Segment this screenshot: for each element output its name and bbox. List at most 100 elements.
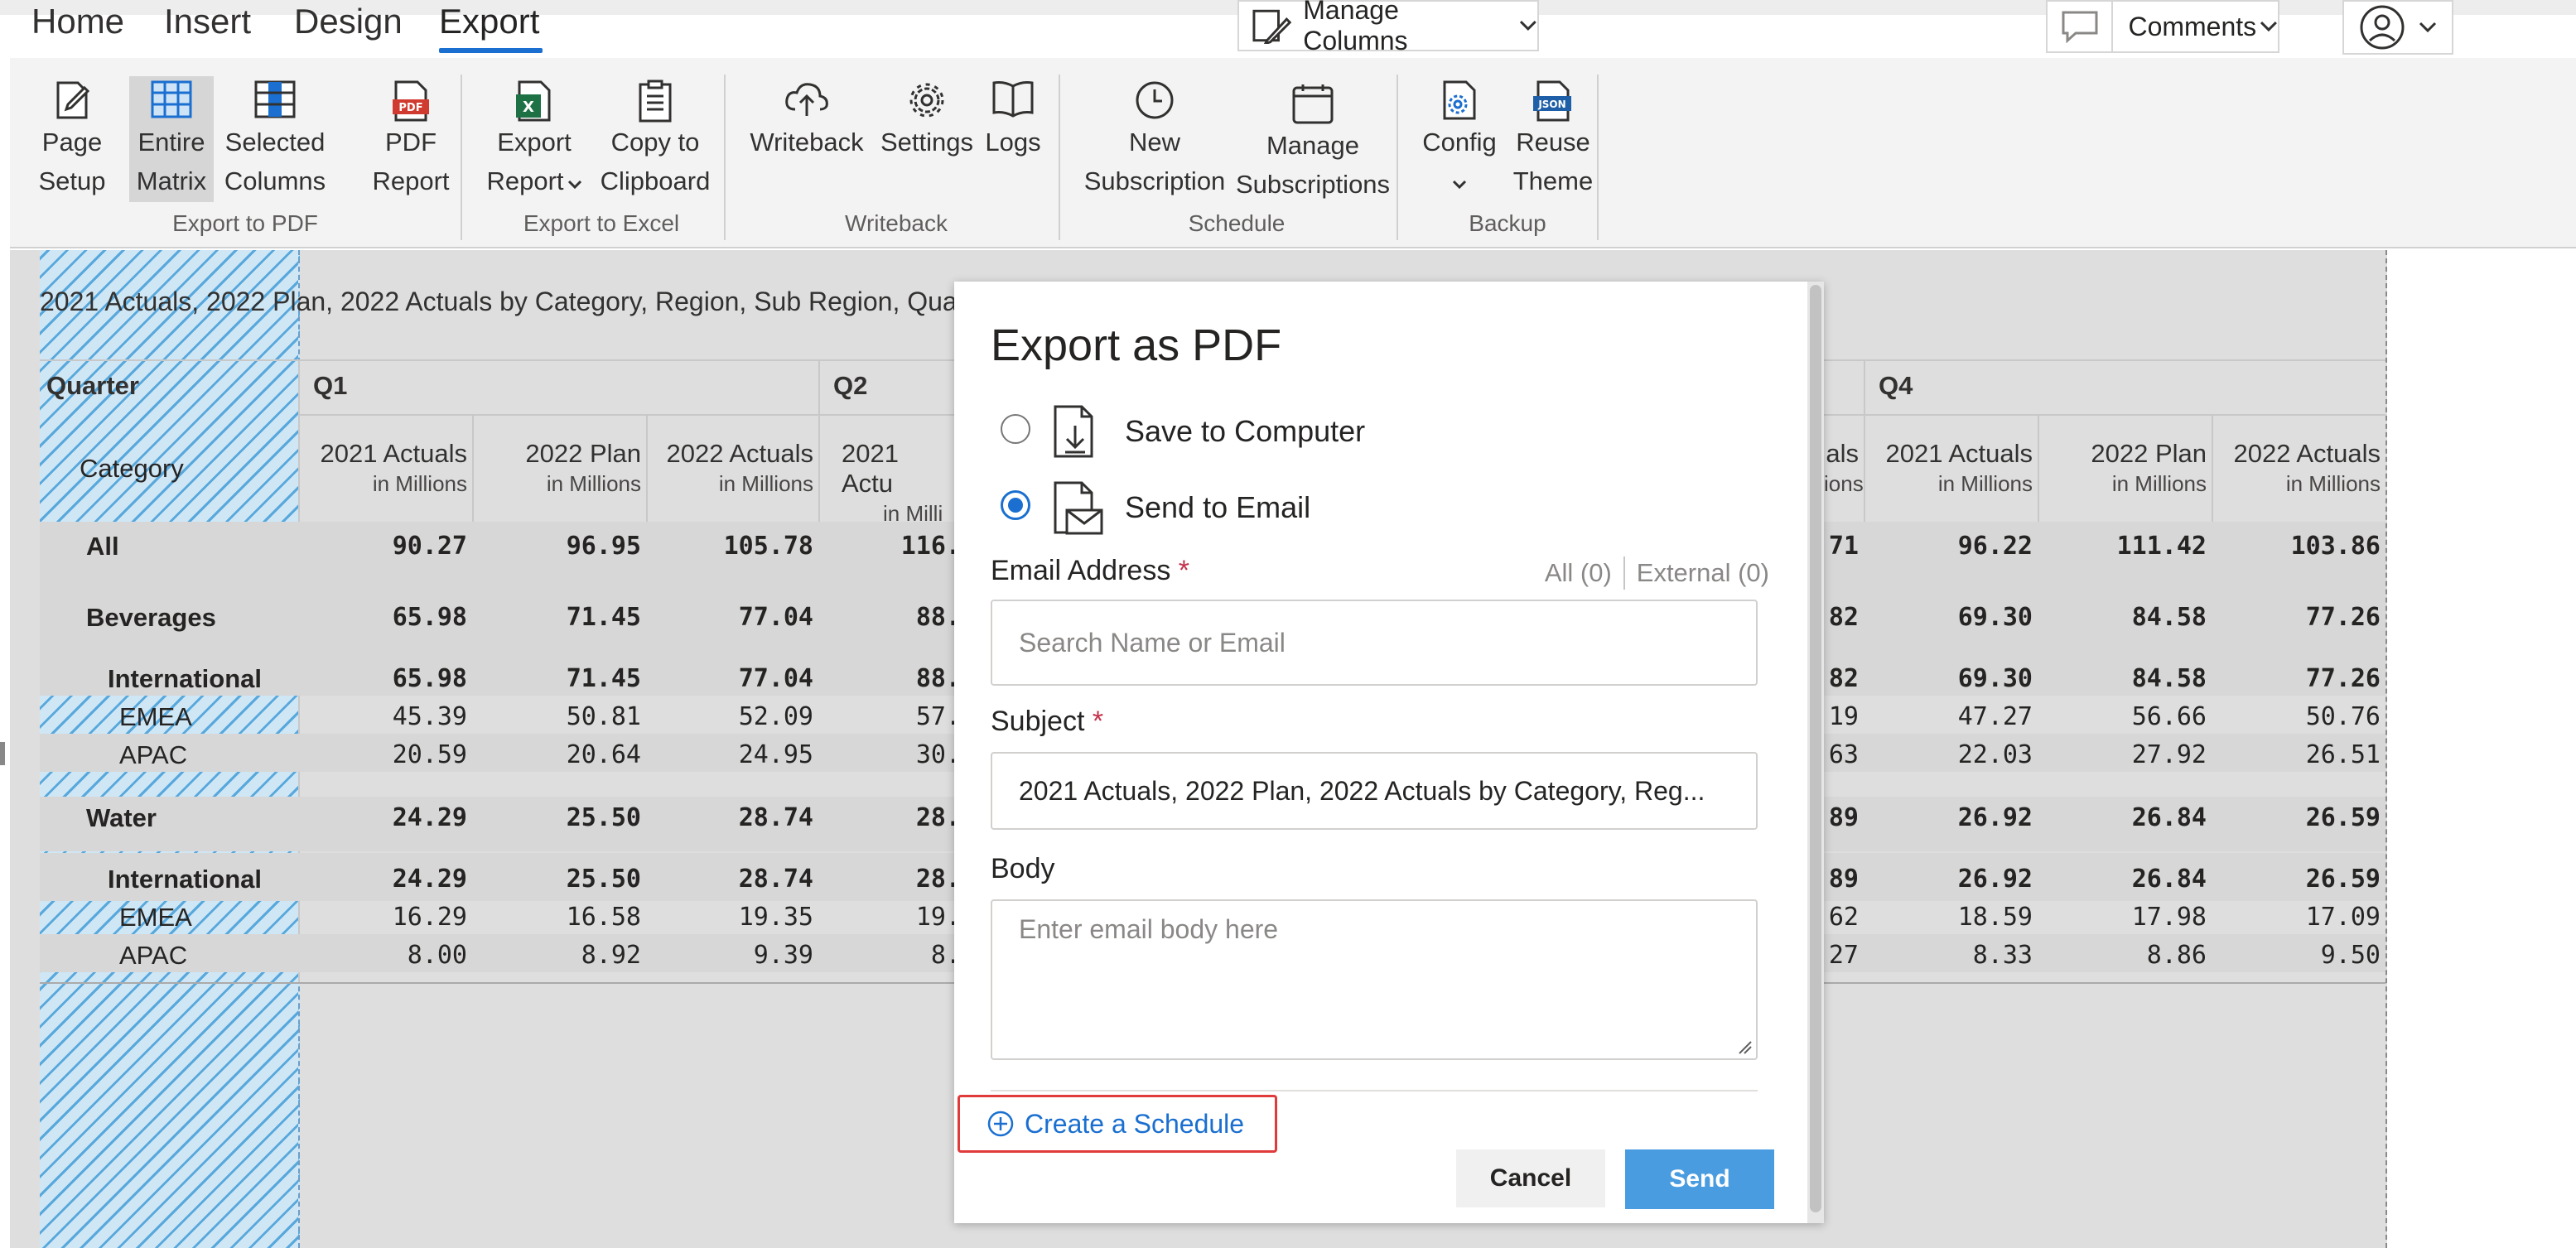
ribbon: Page Setup Entire Matrix Selected Columns P… [10,58,2576,248]
table-cell: 30. [915,740,961,769]
table-cell: 8. [930,941,961,970]
manage-columns-button[interactable]: Manage Columns [1237,0,1539,55]
pdf-icon: PDF [393,80,429,122]
config-button[interactable]: Config [1410,58,1509,207]
send-button[interactable]: Send [1625,1149,1774,1209]
book-icon [992,81,1034,118]
report-title: 2021 Actuals, 2022 Plan, 2022 Actuals by… [40,287,997,316]
table-cell: 19.35 [738,903,813,932]
table-cell: 9.39 [753,941,813,970]
group-label-export-pdf: Export to PDF [172,210,318,236]
row-label: International [108,664,263,693]
body-textarea[interactable]: Enter email body here [991,899,1758,1060]
copy-clipboard-label-1: Copy to [610,128,700,157]
active-tab-indicator [439,48,543,53]
table-cell: 28.74 [738,865,813,894]
calendar-icon [1292,84,1334,124]
table-cell: 88. [915,603,961,632]
pdf-report-button[interactable]: PDF PDF Report [364,58,457,207]
table-cell: 8.92 [581,941,641,970]
column-header[interactable]: 2022 Plan in Millions [2043,439,2207,499]
send-to-email-label[interactable]: Send to Email [1125,490,1310,525]
column-header[interactable]: 2021 Actu in Milli [825,439,954,528]
config-label: Config [1422,128,1497,157]
create-schedule-link[interactable]: Create a Schedule [958,1095,1277,1153]
group-label-export-excel: Export to Excel [523,210,680,236]
user-menu-button[interactable] [2342,0,2453,55]
columns-icon [254,80,296,118]
column-header[interactable]: als ions [1824,439,1864,499]
q4-header[interactable]: Q4 [1879,371,1913,401]
manage-subscriptions-button[interactable]: Manage Subscriptions [1231,61,1395,210]
selected-columns-label-1: Selected [224,128,326,157]
column-header[interactable]: 2022 Actuals in Millions [649,439,813,499]
table-cell: 77.26 [2305,603,2381,632]
column-header[interactable]: 2021 Actuals in Millions [303,439,467,499]
export-report-button[interactable]: X Export Report [475,58,593,207]
table-cell: 25.50 [566,865,641,894]
cancel-button[interactable]: Cancel [1456,1149,1605,1207]
chevron-down-icon [2260,21,2278,32]
tab-design[interactable]: Design [294,2,403,41]
table-cell: 24.29 [392,803,467,832]
column-header[interactable]: 2022 Plan in Millions [477,439,641,499]
table-cell: 65.98 [392,664,467,693]
category-header: Category [80,454,184,483]
column-header-title: 2022 Actuals [666,439,813,468]
manage-subscriptions-label-2: Subscriptions [1235,170,1391,199]
column-header[interactable]: 2022 Actuals in Millions [2217,439,2381,499]
save-to-computer-label[interactable]: Save to Computer [1125,414,1365,449]
dialog-title: Export as PDF [991,320,1282,370]
logs-button[interactable]: Logs [976,58,1050,182]
table-cell: 69.30 [1957,603,2033,632]
entire-matrix-button[interactable]: Entire Matrix [129,76,214,202]
q2-header[interactable]: Q2 [833,371,867,401]
selected-columns-button[interactable]: Selected Columns [222,58,328,207]
count-all-tab[interactable]: All (0) [1545,558,1612,588]
report-boundary [2385,250,2387,1248]
table-cell: 103.86 [2290,532,2381,561]
entire-matrix-label-1: Entire [137,128,205,157]
config-chevron [1410,161,1509,200]
table-cell: 116. [900,532,961,561]
settings-button[interactable]: Settings [878,58,976,182]
column-header-unit: in Millions [718,471,813,496]
count-external-tab[interactable]: External (0) [1637,558,1769,588]
gear-icon [909,83,944,118]
resize-handle-icon[interactable] [1736,1038,1753,1055]
table-cell: 52.09 [738,702,813,731]
send-to-email-radio[interactable] [1001,490,1030,520]
table-cell: 56.66 [2131,702,2207,731]
table-cell: 28.74 [738,803,813,832]
tab-home[interactable]: Home [31,2,124,41]
email-search-input[interactable]: Search Name or Email [991,600,1758,686]
table-cell: 26.51 [2305,740,2381,769]
tab-export[interactable]: Export [439,2,539,41]
table-cell: 22.03 [1957,740,2033,769]
export-pdf-dialog: Export as PDF Save to Computer Send to E… [954,282,1824,1223]
q1-header[interactable]: Q1 [313,371,347,401]
dialog-scrollbar[interactable] [1807,282,1824,1223]
pdf-report-label-2: Report [372,166,450,195]
comments-button[interactable]: Comments [2046,0,2279,53]
tab-insert[interactable]: Insert [164,2,251,41]
settings-label: Settings [880,128,973,157]
chevron-down-icon [1520,21,1537,31]
page-setup-button[interactable]: Page Setup [22,58,123,207]
recipient-counts: All (0) External (0) [1545,557,1769,590]
dialog-scrollbar-thumb[interactable] [1810,285,1821,1212]
copy-to-clipboard-button[interactable]: Copy to Clipboard [591,58,719,207]
table-cell: 50.76 [2305,702,2381,731]
reuse-theme-button[interactable]: JSON Reuse Theme [1504,58,1602,207]
subject-input[interactable]: 2021 Actuals, 2022 Plan, 2022 Actuals by… [991,752,1758,830]
body-label: Body [991,853,1055,884]
save-to-computer-radio[interactable] [1001,414,1030,444]
column-header[interactable]: 2021 Actuals in Millions [1869,439,2033,499]
config-icon [1443,80,1476,120]
group-label-schedule: Schedule [1188,210,1286,236]
excel-icon-text: X [523,99,534,116]
writeback-button[interactable]: Writeback [736,58,878,182]
table-cell: 57. [915,702,961,731]
table-cell: 45.39 [392,702,467,731]
new-subscription-button[interactable]: New Subscription [1072,58,1237,207]
